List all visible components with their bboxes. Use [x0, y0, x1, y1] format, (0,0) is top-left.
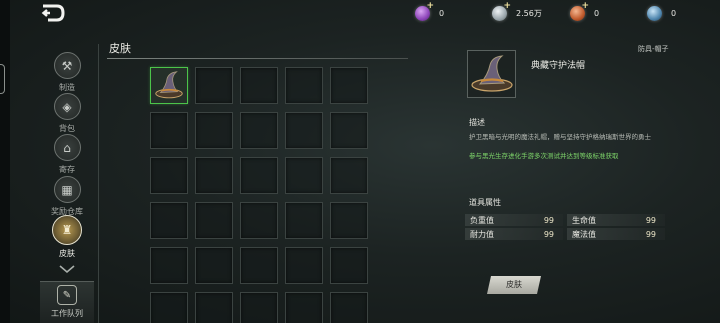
attribute-name: 魔法值 — [572, 229, 596, 239]
skin-slot[interactable] — [240, 157, 278, 194]
skin-slot[interactable] — [195, 112, 233, 149]
bag-icon: ◈ — [53, 93, 81, 120]
sidebar-item-label: 制造 — [59, 83, 75, 92]
skin-slot[interactable] — [285, 157, 323, 194]
work-queue-label: 工作队列 — [51, 309, 83, 318]
sidebar-item-label: 背包 — [59, 124, 75, 133]
attribute-row: 魔法值 99 — [567, 228, 665, 240]
skin-slot[interactable] — [330, 292, 368, 323]
armor-icon: ♜ — [52, 215, 82, 245]
item-category: 防具-帽子 — [638, 45, 669, 53]
chest-icon: ▦ — [53, 176, 81, 203]
task-list-icon: ✎ — [57, 285, 77, 305]
skin-slot[interactable] — [195, 67, 233, 104]
wizard-hat-icon — [155, 71, 183, 99]
skin-slot[interactable] — [240, 67, 278, 104]
page-title: 皮肤 — [109, 42, 131, 55]
currency-value: 0 — [594, 8, 600, 18]
item-description: 护卫黑暗与光明的魔法礼帽，赠与坚持守护格纳瑞斯世界的勇士 — [469, 133, 651, 141]
attributes-table: 负重值 99 生命值 99 耐力值 99 魔法值 99 — [465, 214, 665, 240]
skin-slot[interactable] — [195, 247, 233, 284]
attributes-title: 道具属性 — [469, 198, 501, 207]
item-preview — [467, 50, 516, 98]
attribute-name: 生命值 — [572, 215, 596, 225]
item-source: 参与黑光生存进化手游多次测试并达到等级标准获取 — [469, 152, 619, 160]
skin-slot[interactable] — [285, 67, 323, 104]
edge-handle[interactable] — [0, 64, 5, 94]
skin-slot[interactable] — [150, 112, 188, 149]
skin-slot[interactable] — [195, 157, 233, 194]
skin-slot[interactable] — [195, 292, 233, 323]
skin-slot[interactable] — [150, 292, 188, 323]
attribute-value: 99 — [543, 229, 554, 239]
attribute-value: 99 — [645, 215, 656, 225]
skin-slot[interactable] — [240, 292, 278, 323]
skin-slot[interactable] — [330, 202, 368, 239]
skin-slot[interactable] — [285, 292, 323, 323]
sidebar-item-skin[interactable]: ♜ 皮肤 — [48, 215, 86, 259]
attribute-value: 99 — [543, 215, 554, 225]
currency-value: 0 — [439, 8, 445, 18]
title-underline — [107, 58, 408, 59]
attribute-row: 生命值 99 — [567, 214, 665, 226]
sidebar-item-craft[interactable]: ⚒ 制造 — [48, 52, 86, 93]
currency-value: 0 — [671, 8, 677, 18]
attribute-row: 负重值 99 — [465, 214, 563, 226]
skin-slot[interactable] — [240, 112, 278, 149]
currency-value: 2.56万 — [516, 8, 542, 18]
skin-slot[interactable] — [285, 247, 323, 284]
currency-blue-crystal[interactable]: 0 — [647, 4, 676, 22]
skin-slot[interactable] — [195, 202, 233, 239]
skin-slot[interactable] — [330, 67, 368, 104]
skin-slot[interactable] — [330, 247, 368, 284]
skin-slot-selected[interactable] — [150, 67, 188, 104]
skin-slot[interactable] — [330, 112, 368, 149]
chevron-down-icon[interactable] — [58, 259, 76, 274]
house-icon: ⌂ — [53, 134, 81, 161]
back-arrow-icon — [41, 4, 65, 22]
currency-purple-gem[interactable]: + 0 — [415, 1, 445, 22]
description-title: 描述 — [469, 118, 485, 127]
attribute-row: 耐力值 99 — [465, 228, 563, 240]
sidebar-item-backpack[interactable]: ◈ 背包 — [48, 93, 86, 134]
skin-slot[interactable] — [240, 202, 278, 239]
sidebar-item-label: 皮肤 — [59, 249, 75, 258]
currency-copper-coin[interactable]: + 0 — [570, 1, 600, 22]
sidebar-item-storage[interactable]: ⌂ 寄存 — [48, 134, 86, 175]
skin-slot[interactable] — [285, 202, 323, 239]
skin-slot[interactable] — [150, 202, 188, 239]
skin-slot[interactable] — [150, 247, 188, 284]
skin-slot[interactable] — [240, 247, 278, 284]
item-name: 典藏守护法帽 — [531, 61, 586, 71]
blue-crystal-icon — [647, 5, 662, 21]
back-button[interactable] — [40, 3, 66, 23]
copper-coin-icon: + — [570, 1, 589, 21]
wizard-hat-icon — [471, 55, 513, 92]
sidebar-item-label: 寄存 — [59, 165, 75, 174]
apply-skin-button[interactable]: 皮肤 — [487, 276, 541, 294]
sidebar-item-reward-warehouse[interactable]: ▦ 奖励仓库 — [48, 176, 86, 217]
attribute-value: 99 — [645, 229, 656, 239]
skin-slot[interactable] — [150, 157, 188, 194]
purple-gem-icon: + — [415, 1, 434, 21]
sidebar-divider — [98, 44, 99, 323]
work-queue-button[interactable]: ✎ 工作队列 — [40, 281, 94, 323]
skin-grid — [150, 67, 368, 323]
skin-slot[interactable] — [330, 157, 368, 194]
silver-coin-icon: + — [492, 1, 511, 21]
attribute-name: 耐力值 — [470, 229, 494, 239]
skin-slot[interactable] — [285, 112, 323, 149]
currency-silver-coin[interactable]: + 2.56万 — [492, 1, 542, 22]
screen-edge — [0, 0, 10, 323]
anvil-icon: ⚒ — [53, 52, 81, 79]
attribute-name: 负重值 — [470, 215, 494, 225]
